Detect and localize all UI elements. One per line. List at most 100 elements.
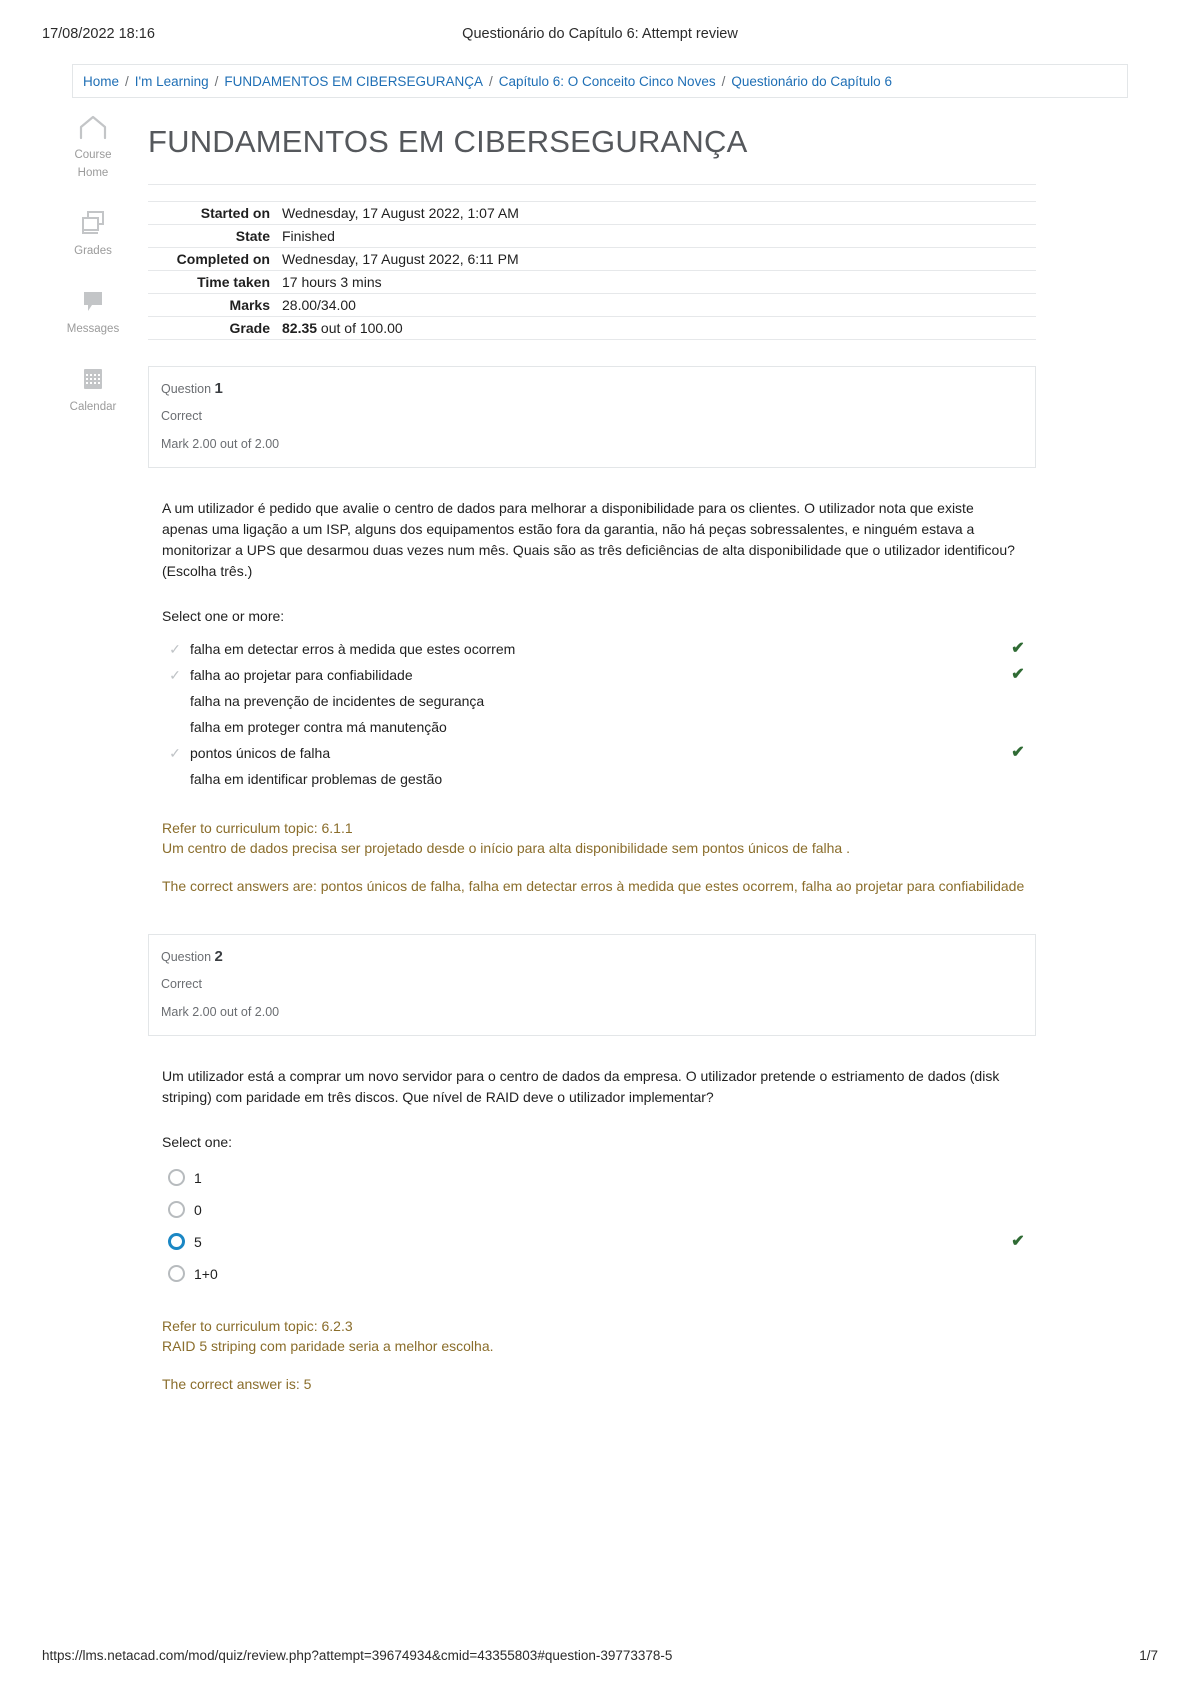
feedback-correct-answer: The correct answer is: 5 xyxy=(162,1376,312,1392)
selected-check-icon: ✓ xyxy=(169,641,181,657)
breadcrumb-item-quiz: Questionário do Capítulo 6 xyxy=(731,73,892,89)
answer-label: falha ao projetar para confiabilidade xyxy=(190,667,413,683)
print-header: 17/08/2022 18:16 Questionário do Capítul… xyxy=(0,26,1200,46)
feedback-text: Um centro de dados precisa ser projetado… xyxy=(162,840,850,856)
breadcrumb-separator: / xyxy=(488,73,493,89)
breadcrumb-item-im-learning[interactable]: I'm Learning xyxy=(135,74,209,89)
answer-option[interactable]: ✓ falha em detectar erros à medida que e… xyxy=(162,636,1036,662)
sidebar-label-course: Course xyxy=(74,149,112,161)
answer-label: 1 xyxy=(194,1170,202,1186)
main-content: FUNDAMENTOS EM CIBERSEGURANÇA Started on… xyxy=(148,112,1036,1394)
question-prompt-1: Select one or more: xyxy=(162,608,285,624)
answer-label: 1+0 xyxy=(194,1266,218,1282)
selected-check-icon xyxy=(168,766,182,792)
breadcrumb-item-chapter[interactable]: Capítulo 6: O Conceito Cinco Noves xyxy=(499,74,716,89)
summary-label-completed-on: Completed on xyxy=(176,251,270,267)
answer-option[interactable]: 1 xyxy=(162,1162,1036,1194)
answer-option[interactable]: falha em identificar problemas de gestão xyxy=(162,766,1036,792)
selected-check-icon: ✓ xyxy=(169,667,181,683)
question-number-value: 1 xyxy=(214,380,223,397)
attempt-summary-table: Started on Wednesday, 17 August 2022, 1:… xyxy=(148,201,1036,340)
summary-value-grade: 82.35 out of 100.00 xyxy=(278,317,1036,340)
question-info-box-2: Question 2 Correct Mark 2.00 out of 2.00 xyxy=(148,934,1036,1036)
selected-check-icon: ✓ xyxy=(169,745,181,761)
table-row: Grade 82.35 out of 100.00 xyxy=(148,316,1036,340)
answer-list-2: 1 0 5 ✔ 1+0 xyxy=(162,1162,1036,1290)
answer-option[interactable]: 0 xyxy=(162,1194,1036,1226)
question-prompt-2: Select one: xyxy=(162,1134,233,1150)
title-divider xyxy=(148,184,1036,185)
feedback-text: RAID 5 striping com paridade seria a mel… xyxy=(162,1338,494,1354)
page-title: FUNDAMENTOS EM CIBERSEGURANÇA xyxy=(148,124,748,159)
question-block-2: Question 2 Correct Mark 2.00 out of 2.00… xyxy=(148,934,1036,1394)
table-row: Marks 28.00/34.00 xyxy=(148,293,1036,317)
sidebar-label-calendar: Calendar xyxy=(69,401,117,413)
sidebar-label-home: Home xyxy=(77,167,109,179)
question-number-label: Question xyxy=(161,950,212,964)
question-feedback-1: Refer to curriculum topic: 6.1.1 Um cent… xyxy=(162,818,1036,896)
selected-check-icon xyxy=(168,688,182,714)
sidebar-label-grades: Grades xyxy=(74,245,112,257)
answer-option[interactable]: falha na prevenção de incidentes de segu… xyxy=(162,688,1036,714)
feedback-topic: Refer to curriculum topic: 6.1.1 xyxy=(162,820,353,836)
course-nav-rail: Course Home Grades Messages Calendar xyxy=(58,112,128,442)
sidebar-item-calendar[interactable]: Calendar xyxy=(58,364,128,416)
answer-label: falha em identificar problemas de gestão xyxy=(190,771,443,787)
question-number-2: Question 2 xyxy=(161,947,1035,967)
answer-option[interactable]: 1+0 xyxy=(162,1258,1036,1290)
answer-label: 5 xyxy=(194,1234,202,1250)
correct-check-icon: ✔ xyxy=(1011,666,1025,683)
table-row: Started on Wednesday, 17 August 2022, 1:… xyxy=(148,201,1036,225)
question-block-1: Question 1 Correct Mark 2.00 out of 2.00… xyxy=(148,366,1036,896)
sidebar-item-messages[interactable]: Messages xyxy=(58,286,128,338)
summary-value-state: Finished xyxy=(282,228,335,244)
print-page-title: Questionário do Capítulo 6: Attempt revi… xyxy=(462,26,738,42)
summary-label-marks: Marks xyxy=(229,297,270,313)
question-body-1: A um utilizador é pedido que avalie o ce… xyxy=(148,498,1036,896)
feedback-correct-answer: The correct answers are: pontos únicos d… xyxy=(162,878,1025,894)
grade-suffix: out of 100.00 xyxy=(317,320,403,336)
answer-option[interactable]: ✓ pontos únicos de falha ✔ xyxy=(162,740,1036,766)
question-state-1: Correct xyxy=(161,409,202,423)
summary-value-marks: 28.00/34.00 xyxy=(282,297,356,313)
answer-option[interactable]: falha em proteger contra má manutenção xyxy=(162,714,1036,740)
answer-label: 0 xyxy=(194,1202,202,1218)
radio-button-icon-selected[interactable] xyxy=(168,1233,185,1250)
home-icon xyxy=(58,112,128,142)
grades-icon xyxy=(58,208,128,238)
summary-label-grade: Grade xyxy=(229,320,270,336)
summary-label-state: State xyxy=(235,228,270,244)
answer-option[interactable]: ✓ falha ao projetar para confiabilidade … xyxy=(162,662,1036,688)
summary-value-completed-on: Wednesday, 17 August 2022, 6:11 PM xyxy=(282,251,519,267)
summary-label-time-taken: Time taken xyxy=(197,274,270,290)
answer-list-1: ✓ falha em detectar erros à medida que e… xyxy=(162,636,1036,792)
answer-label: falha em detectar erros à medida que est… xyxy=(190,641,516,657)
answer-option[interactable]: 5 ✔ xyxy=(162,1226,1036,1258)
breadcrumb-item-home[interactable]: Home xyxy=(83,74,119,89)
sidebar-item-course-home[interactable]: Course Home xyxy=(58,112,128,182)
grade-number: 82.35 xyxy=(282,320,318,336)
breadcrumb-separator: / xyxy=(125,73,129,89)
radio-button-icon[interactable] xyxy=(168,1265,185,1282)
summary-value-started-on: Wednesday, 17 August 2022, 1:07 AM xyxy=(282,205,519,221)
question-mark-1: Mark 2.00 out of 2.00 xyxy=(161,437,280,451)
radio-button-icon[interactable] xyxy=(168,1201,185,1218)
footer-url: https://lms.netacad.com/mod/quiz/review.… xyxy=(42,1648,673,1663)
question-state-2: Correct xyxy=(161,977,202,991)
sidebar-item-grades[interactable]: Grades xyxy=(58,208,128,260)
answer-label: pontos únicos de falha xyxy=(190,745,331,761)
summary-label-started-on: Started on xyxy=(200,205,270,221)
correct-check-icon: ✔ xyxy=(1011,744,1025,761)
radio-button-icon[interactable] xyxy=(168,1169,185,1186)
correct-check-icon: ✔ xyxy=(1011,1233,1025,1250)
print-footer: https://lms.netacad.com/mod/quiz/review.… xyxy=(0,1648,1200,1672)
messages-icon xyxy=(58,286,128,316)
question-feedback-2: Refer to curriculum topic: 6.2.3 RAID 5 … xyxy=(162,1316,1036,1394)
breadcrumb-item-course[interactable]: FUNDAMENTOS EM CIBERSEGURANÇA xyxy=(224,74,483,89)
question-info-box-1: Question 1 Correct Mark 2.00 out of 2.00 xyxy=(148,366,1036,468)
calendar-icon xyxy=(58,364,128,394)
question-number-label: Question xyxy=(161,382,212,396)
summary-value-time-taken: 17 hours 3 mins xyxy=(282,274,382,290)
breadcrumb: Home / I'm Learning / FUNDAMENTOS EM CIB… xyxy=(72,64,1128,98)
footer-page-number: 1/7 xyxy=(1139,1648,1158,1663)
